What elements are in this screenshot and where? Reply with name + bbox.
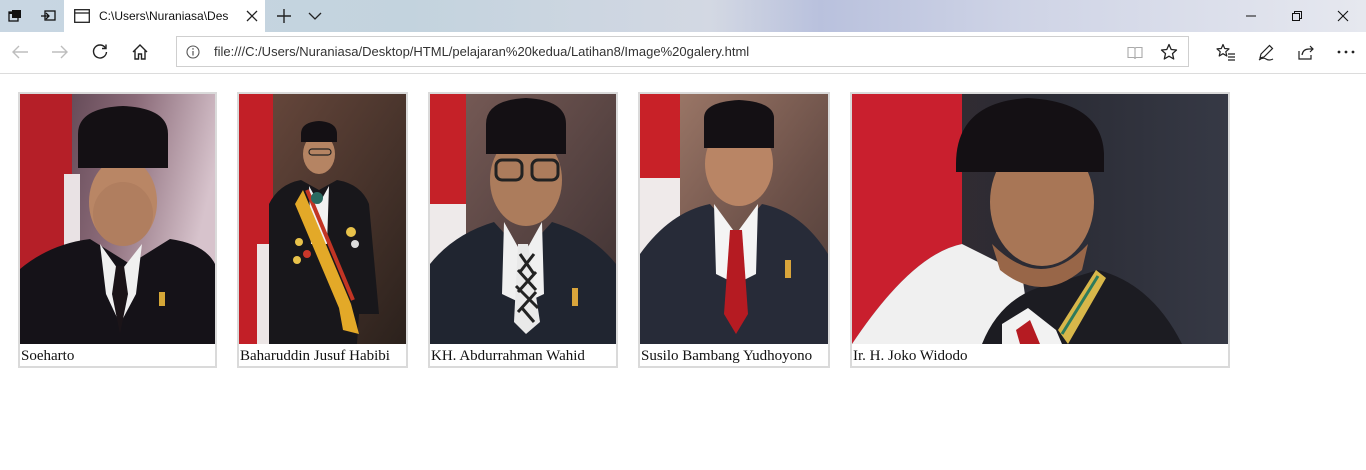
portrait-caption: Baharuddin Jusuf Habibi [240, 348, 390, 364]
active-tab[interactable]: C:\Users\Nuraniasa\Des [64, 0, 265, 32]
tab-actions-icon [8, 10, 21, 22]
close-tab-button[interactable] [243, 7, 261, 25]
minimize-button[interactable] [1228, 0, 1274, 32]
tab-actions-button[interactable] [0, 0, 32, 32]
title-bar: C:\Users\Nuraniasa\Des [0, 0, 1366, 32]
refresh-button[interactable] [80, 32, 120, 72]
portrait-caption: KH. Abdurrahman Wahid [431, 348, 585, 364]
new-tab-button[interactable] [269, 0, 299, 32]
set-aside-tabs-button[interactable] [32, 0, 64, 32]
gallery-card: KH. Abdurrahman Wahid [428, 92, 618, 368]
back-arrow-icon [12, 45, 28, 59]
back-button[interactable] [0, 32, 40, 72]
more-button[interactable] [1326, 32, 1366, 72]
favorites-hub-button[interactable] [1206, 32, 1246, 72]
star-icon [1160, 43, 1178, 60]
gallery-card: Ir. H. Joko Widodo [850, 92, 1230, 368]
web-notes-button[interactable] [1246, 32, 1286, 72]
forward-arrow-icon [52, 45, 68, 59]
portrait-photo [20, 94, 215, 344]
home-button[interactable] [120, 32, 160, 72]
more-icon [1337, 50, 1355, 54]
forward-button[interactable] [40, 32, 80, 72]
share-button[interactable] [1286, 32, 1326, 72]
address-bar[interactable]: file:///C:/Users/Nuraniasa/Desktop/HTML/… [176, 36, 1189, 67]
gallery-card: Susilo Bambang Yudhoyono [638, 92, 830, 368]
gallery-card: Soeharto [18, 92, 217, 368]
portrait-photo [239, 94, 406, 344]
address-url[interactable]: file:///C:/Users/Nuraniasa/Desktop/HTML/… [214, 44, 749, 59]
share-icon [1298, 45, 1314, 60]
tab-title: C:\Users\Nuraniasa\Des [99, 9, 229, 23]
tab-list-button[interactable] [300, 0, 330, 32]
portrait-photo [852, 94, 1228, 344]
minimize-icon [1246, 15, 1256, 17]
browser-toolbar: file:///C:/Users/Nuraniasa/Desktop/HTML/… [0, 32, 1366, 74]
image-gallery: Soeharto Baharuddin Jusuf Habibi KH. Abd… [0, 73, 1366, 470]
gallery-card: Baharuddin Jusuf Habibi [237, 92, 408, 368]
portrait-photo [430, 94, 616, 344]
portrait-caption: Susilo Bambang Yudhoyono [641, 348, 813, 364]
set-aside-tabs-icon [41, 10, 56, 21]
refresh-icon [92, 44, 108, 59]
pen-icon [1258, 44, 1274, 61]
portrait-photo [640, 94, 828, 344]
portrait-caption: Soeharto [21, 348, 75, 364]
close-icon [246, 10, 258, 22]
chevron-down-icon [308, 12, 322, 20]
home-icon [132, 44, 148, 60]
favorites-icon [1216, 43, 1235, 61]
close-window-button[interactable] [1320, 0, 1366, 32]
plus-icon [277, 9, 291, 23]
reading-view-icon [1127, 46, 1143, 60]
reading-view-button[interactable] [1126, 44, 1144, 62]
info-icon[interactable] [185, 44, 201, 60]
page-icon [73, 7, 91, 25]
close-icon [1337, 10, 1349, 22]
restore-button[interactable] [1274, 0, 1320, 32]
add-favorite-button[interactable] [1160, 43, 1178, 61]
restore-icon [1292, 11, 1302, 21]
portrait-caption: Ir. H. Joko Widodo [853, 348, 968, 364]
